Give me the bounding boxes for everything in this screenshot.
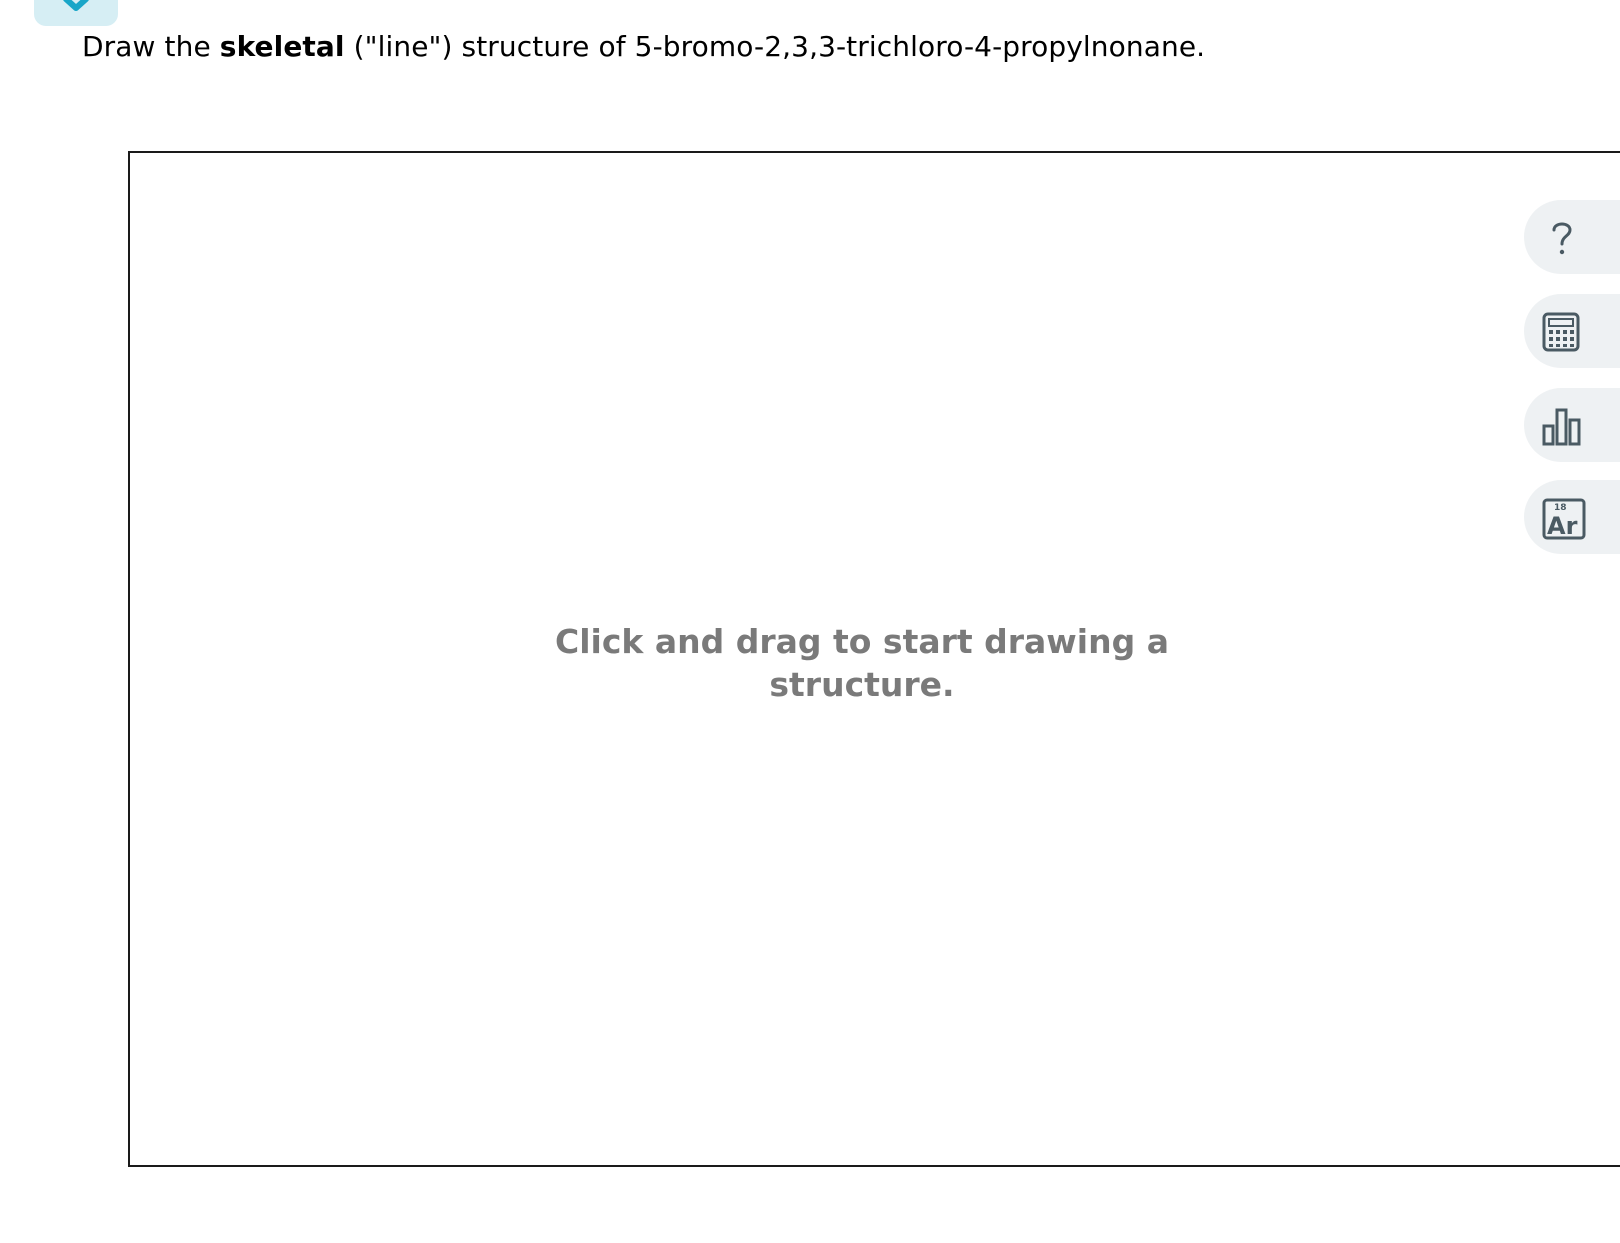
canvas-hint-line1: Click and drag to start drawing a: [555, 622, 1169, 661]
periodic-table-button[interactable]: 18 Ar: [1524, 480, 1620, 554]
calculator-button[interactable]: [1524, 294, 1620, 368]
question-bold-term: skeletal: [219, 30, 345, 63]
question-suffix: ("line") structure of 5-bromo-2,3,3-tric…: [344, 30, 1206, 63]
calculator-icon: [1542, 312, 1580, 352]
question-prefix: Draw the: [82, 30, 220, 63]
help-icon: [1552, 222, 1572, 255]
bar-chart-icon: [1542, 408, 1581, 446]
periodic-table-symbol: Ar: [1547, 512, 1578, 540]
data-chart-button[interactable]: [1524, 388, 1620, 462]
canvas-hint-line2: structure.: [769, 665, 955, 704]
collapse-tab[interactable]: [34, 0, 118, 26]
chevron-down-icon: [63, 0, 89, 11]
help-button[interactable]: [1524, 200, 1620, 274]
periodic-table-icon: 18 Ar: [1542, 498, 1586, 540]
page: Draw the skeletal ("line") structure of …: [0, 0, 1620, 1243]
canvas-hint: Click and drag to start drawing a struct…: [532, 620, 1192, 706]
question-text: Draw the skeletal ("line") structure of …: [82, 30, 1205, 63]
